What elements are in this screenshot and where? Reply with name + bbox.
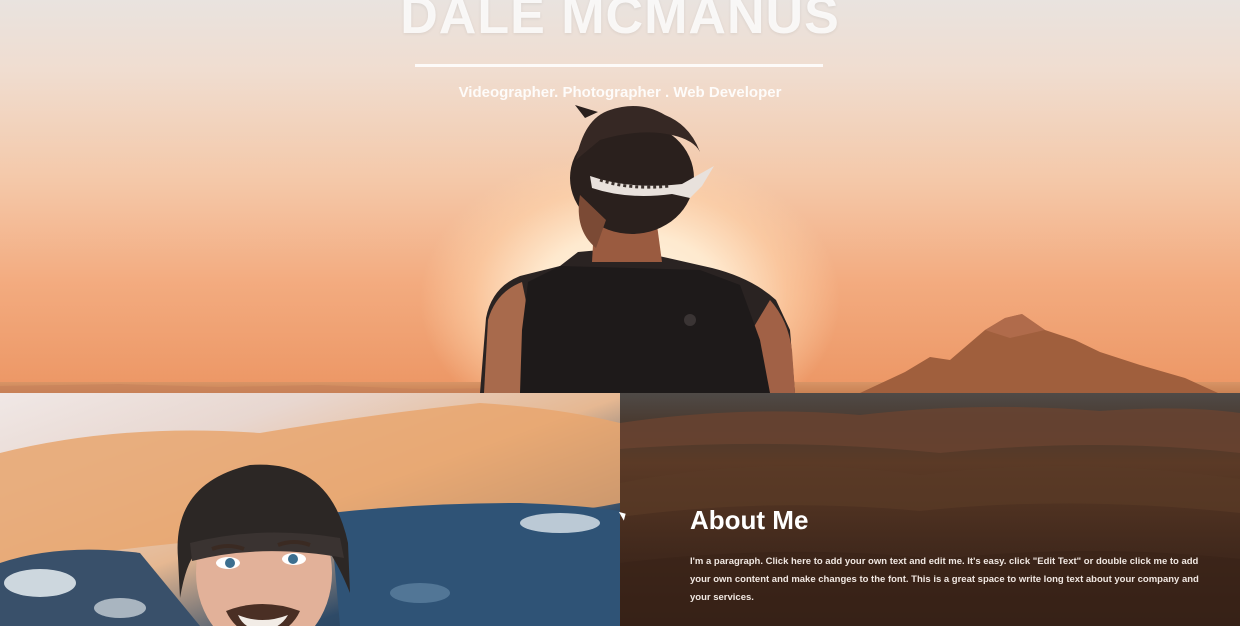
about-paragraph[interactable]: I'm a paragraph. Click here to add your … [690,553,1210,607]
hero-background-image [0,105,1218,393]
site-title: DALE MCMANUS [400,0,840,45]
title-divider [415,64,823,67]
site-subtitle: Videographer. Photographer . Web Develop… [458,84,782,101]
about-heading: About Me [690,505,809,535]
portrait-photo [0,393,620,626]
about-section: About Me I'm a paragraph. Click here to … [620,393,1240,626]
portrait-image [0,403,620,626]
hero-section: DALE MCMANUS Videographer. Photographer … [0,0,1240,393]
